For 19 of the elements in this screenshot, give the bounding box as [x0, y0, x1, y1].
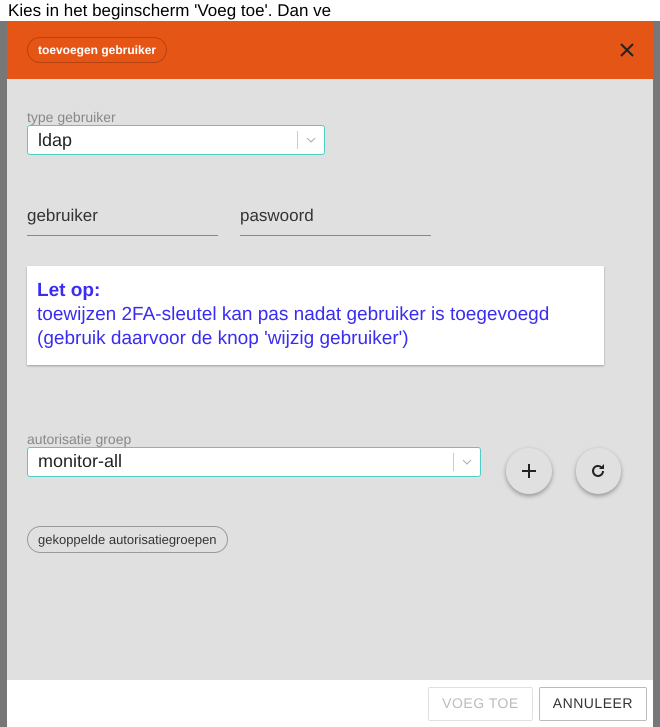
refresh-button[interactable]: [576, 448, 621, 494]
linked-groups-chip[interactable]: gekoppelde autorisatiegroepen: [27, 526, 228, 553]
notice-text: toewijzen 2FA-sleutel kan pas nadat gebruiker is toegevoegd (gebruik daarvoor de knop 'wijzig gebruiker'): [37, 302, 550, 350]
page-text: Kies in het beginscherm 'Voeg toe'. Dan ve: [7, 0, 332, 21]
plus-icon: [520, 462, 537, 478]
chevron-down-icon: [306, 137, 316, 143]
field-label: type gebruiker: [27, 109, 117, 125]
dropdown-field[interactable]: ldap: [27, 125, 325, 155]
field-label: autorisatie groep: [27, 430, 132, 446]
text-field[interactable]: gebruiker: [27, 203, 218, 236]
add-button[interactable]: [506, 448, 552, 494]
close-icon[interactable]: [619, 42, 635, 58]
chevron-down-icon: [462, 458, 472, 464]
text-field[interactable]: paswoord: [240, 203, 431, 236]
refresh-icon: [590, 462, 606, 478]
notice-title: Let op:: [37, 278, 102, 302]
dialog-button[interactable]: ANNULEER: [538, 686, 647, 720]
dropdown-field[interactable]: monitor-all: [27, 446, 481, 476]
dialog-title: toevoegen gebruiker: [27, 37, 168, 63]
